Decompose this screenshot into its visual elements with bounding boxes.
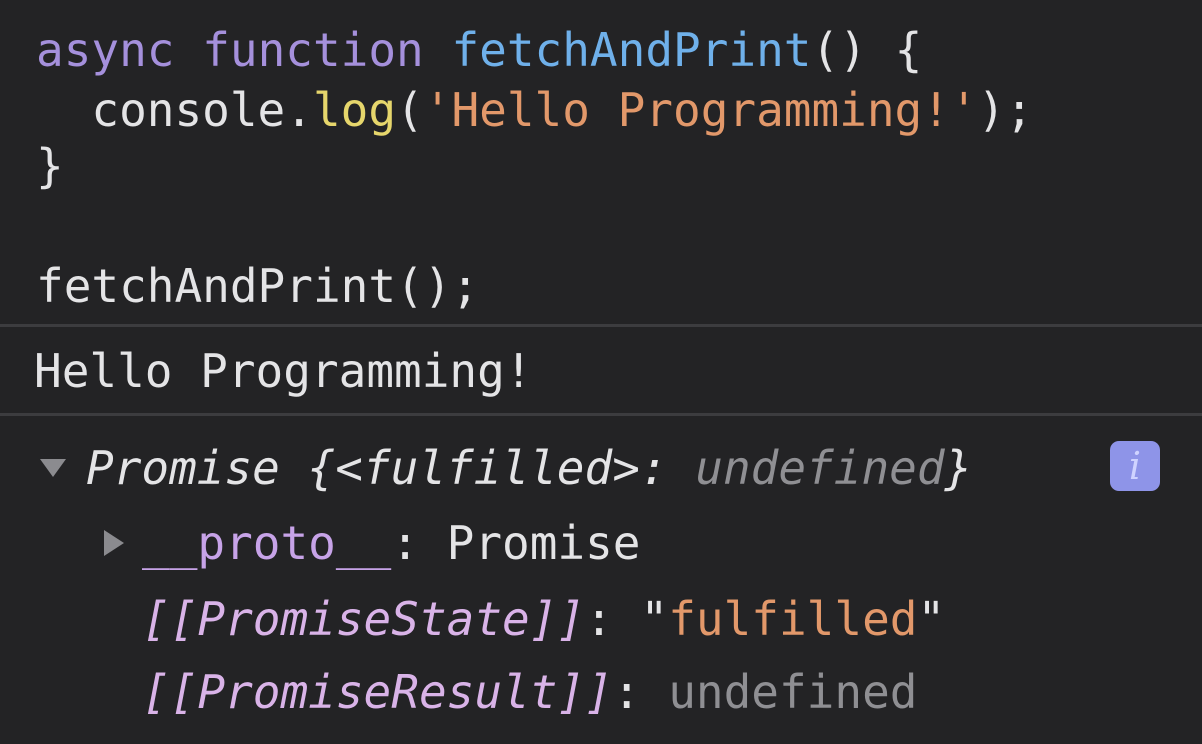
promise-result-separator: : [612, 665, 669, 719]
promise-result-key: [[PromiseResult]] [142, 665, 613, 719]
open-paren: ( [396, 83, 424, 137]
proto-row[interactable]: __proto__: Promise [142, 515, 641, 571]
keyword-async: async [36, 23, 175, 77]
quote-open: " [640, 592, 669, 646]
string-literal: 'Hello Programming!' [423, 83, 978, 137]
panel-divider [0, 413, 1202, 416]
code-line-2: console.log('Hello Programming!'); [36, 82, 1033, 138]
promise-summary[interactable]: Promise {<fulfilled>: undefined} [86, 440, 972, 496]
code-line-1-rest: () { [811, 23, 923, 77]
code-line-3: } [36, 139, 64, 193]
console-input-panel: async function fetchAndPrint() { console… [0, 0, 1202, 324]
promise-summary-value: undefined [695, 441, 945, 495]
promise-state-separator: : [585, 592, 641, 646]
promise-state-row: [[PromiseState]]: "fulfilled" [142, 591, 945, 647]
code-line-4: fetchAndPrint(); [36, 259, 480, 313]
close-paren: ); [977, 83, 1034, 137]
expand-triangle-icon[interactable] [104, 530, 124, 556]
log-message: Hello Programming! [34, 344, 533, 398]
promise-summary-suffix: } [944, 441, 973, 495]
proto-key: __proto__ [142, 516, 392, 570]
promise-result-value: undefined [668, 665, 918, 719]
promise-summary-prefix: Promise {<fulfilled>: [86, 441, 696, 495]
promise-state-value: fulfilled [668, 592, 918, 646]
promise-state-key: [[PromiseState]] [142, 592, 586, 646]
info-icon[interactable]: i [1110, 441, 1160, 491]
log-method: log [312, 83, 397, 137]
proto-separator: : [391, 516, 447, 570]
code-line-1: async function fetchAndPrint() { [36, 22, 922, 78]
keyword-function: function [202, 23, 424, 77]
quote-close: " [917, 592, 946, 646]
function-name: fetchAndPrint [451, 23, 812, 77]
console-object: console. [91, 83, 313, 137]
console-log-output: Hello Programming! [0, 327, 1202, 413]
proto-value: Promise [446, 516, 641, 570]
promise-result-row: [[PromiseResult]]: undefined [142, 664, 917, 720]
collapse-triangle-icon[interactable] [40, 459, 66, 477]
